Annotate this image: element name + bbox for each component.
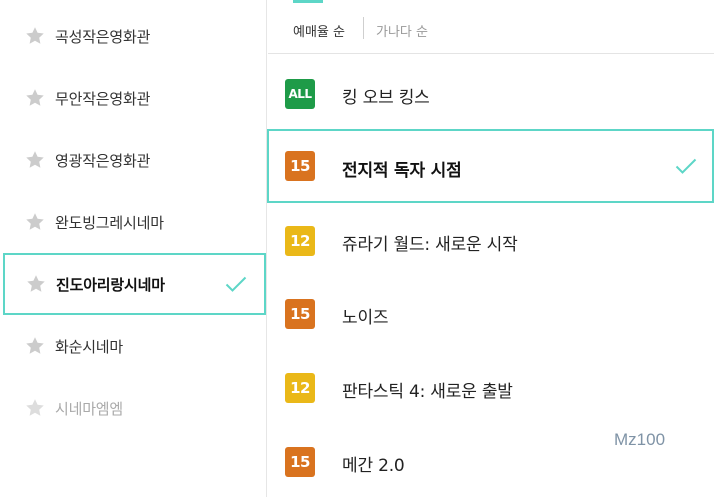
movie-title: 킹 오브 킹스 [342,88,430,108]
movie-title: 노이즈 [342,308,389,328]
theater-name: 곡성작은영화관 [55,27,151,46]
star-icon[interactable] [25,150,45,170]
movie-item-jurassic-world[interactable]: 12 쥬라기 월드: 새로운 시작 [268,204,714,278]
star-icon[interactable] [25,26,45,46]
star-icon [26,399,44,416]
sort-active-indicator [293,0,323,3]
sort-bar: 예매율 순 가나다 순 [268,0,714,54]
movie-item-king-of-kings[interactable]: ALL 킹 오브 킹스 [268,57,714,131]
rating-badge-all: ALL [285,79,315,109]
theater-name: 완도빙그레시네마 [55,213,164,232]
star-icon[interactable] [26,274,46,294]
theater-item-hwasun[interactable]: 화순시네마 [0,315,267,377]
star-icon[interactable] [25,88,45,108]
theater-item-muan[interactable]: 무안작은영화관 [0,67,267,129]
theater-item-cinema-mm: 시네마엠엠 [0,377,267,439]
rating-badge-15: 15 [285,151,315,181]
movie-title: 메간 2.0 [342,456,405,476]
sort-divider [363,17,364,39]
movie-title: 판타스틱 4: 새로운 출발 [342,382,513,402]
rating-badge-15: 15 [285,447,315,477]
theater-name: 진도아리랑시네마 [56,275,165,294]
watermark: Mz100 [614,430,666,449]
theater-item-wando[interactable]: 완도빙그레시네마 [0,191,267,253]
theater-item-gokseong[interactable]: 곡성작은영화관 [0,5,267,67]
theater-item-yeonggwang[interactable]: 영광작은영화관 [0,129,267,191]
movie-item-noise[interactable]: 15 노이즈 [268,277,714,351]
rating-badge-15: 15 [285,299,315,329]
movie-item-omniscient-reader[interactable]: 15 전지적 독자 시점 [267,129,714,203]
check-icon [675,158,697,174]
rating-badge-12: 12 [285,373,315,403]
sort-by-alphabetical[interactable]: 가나다 순 [376,21,428,40]
star-icon[interactable] [25,212,45,232]
movie-title: 쥬라기 월드: 새로운 시작 [342,235,518,255]
theater-name: 영광작은영화관 [55,151,151,170]
theater-list: 곡성작은영화관 무안작은영화관 영광작은영화관 완도빙그레시네마 진도아리랑시네… [0,0,267,497]
sort-by-booking-rate[interactable]: 예매율 순 [293,21,345,40]
rating-badge-12: 12 [285,226,315,256]
movie-title: 전지적 독자 시점 [342,161,462,181]
star-icon[interactable] [25,336,45,356]
theater-name: 시네마엠엠 [55,399,124,418]
movie-list: 예매율 순 가나다 순 ALL 킹 오브 킹스 15 전지적 독자 시점 12 … [267,0,714,497]
check-icon [225,276,247,292]
movie-item-fantastic-4[interactable]: 12 판타스틱 4: 새로운 출발 [268,351,714,425]
theater-name: 무안작은영화관 [55,89,151,108]
theater-item-jindo[interactable]: 진도아리랑시네마 [3,253,266,315]
theater-name: 화순시네마 [55,337,124,356]
